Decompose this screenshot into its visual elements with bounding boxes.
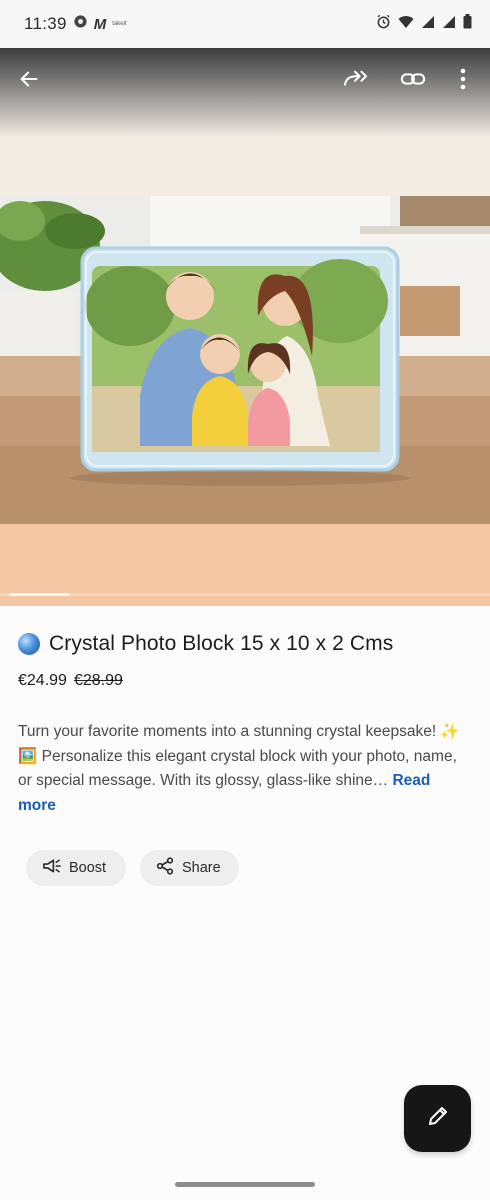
carousel-progress-fill — [10, 593, 69, 596]
arrow-left-icon — [18, 68, 40, 95]
price-row: €24.99 €28.99 — [18, 672, 123, 690]
more-options-button[interactable] — [446, 64, 480, 98]
signal-icon-2 — [442, 15, 456, 34]
settings-gear-icon — [73, 14, 88, 34]
share-label: Share — [182, 860, 221, 876]
megaphone-icon — [42, 858, 61, 878]
m-logo-icon: M — [93, 15, 107, 33]
share-nodes-icon — [156, 857, 174, 879]
status-left: 11:39 M takeit — [24, 14, 127, 34]
status-time: 11:39 — [24, 14, 67, 33]
product-photo — [0, 196, 490, 524]
globe-icon — [18, 633, 40, 655]
share-forward-icon — [342, 68, 368, 95]
pencil-icon — [426, 1104, 450, 1133]
back-button[interactable] — [12, 64, 46, 98]
share-button[interactable]: Share — [140, 850, 239, 886]
status-small-text: takeit — [112, 21, 127, 27]
wifi-icon — [398, 15, 414, 34]
status-right — [376, 14, 472, 34]
status-bar: 11:39 M takeit — [0, 0, 490, 48]
link-icon — [400, 70, 426, 93]
home-indicator[interactable] — [175, 1182, 315, 1187]
battery-icon — [463, 14, 472, 34]
product-description: Turn your favorite moments into a stunni… — [18, 720, 470, 818]
product-photo-illustration — [0, 196, 490, 524]
more-vertical-icon — [459, 68, 467, 95]
price-original: €28.99 — [73, 672, 123, 689]
carousel-progress-track — [0, 593, 490, 596]
edit-fab-button[interactable] — [404, 1085, 471, 1152]
product-media[interactable] — [0, 48, 490, 606]
alarm-icon — [376, 14, 391, 34]
product-title: Crystal Photo Block 15 x 10 x 2 Cms — [49, 632, 394, 655]
signal-icon-1 — [421, 15, 435, 34]
forward-share-button[interactable] — [338, 64, 372, 98]
product-title-row: Crystal Photo Block 15 x 10 x 2 Cms — [18, 632, 472, 656]
boost-label: Boost — [69, 860, 107, 876]
boost-button[interactable]: Boost — [26, 850, 126, 886]
copy-link-button[interactable] — [396, 64, 430, 98]
price-current: €24.99 — [18, 672, 67, 689]
